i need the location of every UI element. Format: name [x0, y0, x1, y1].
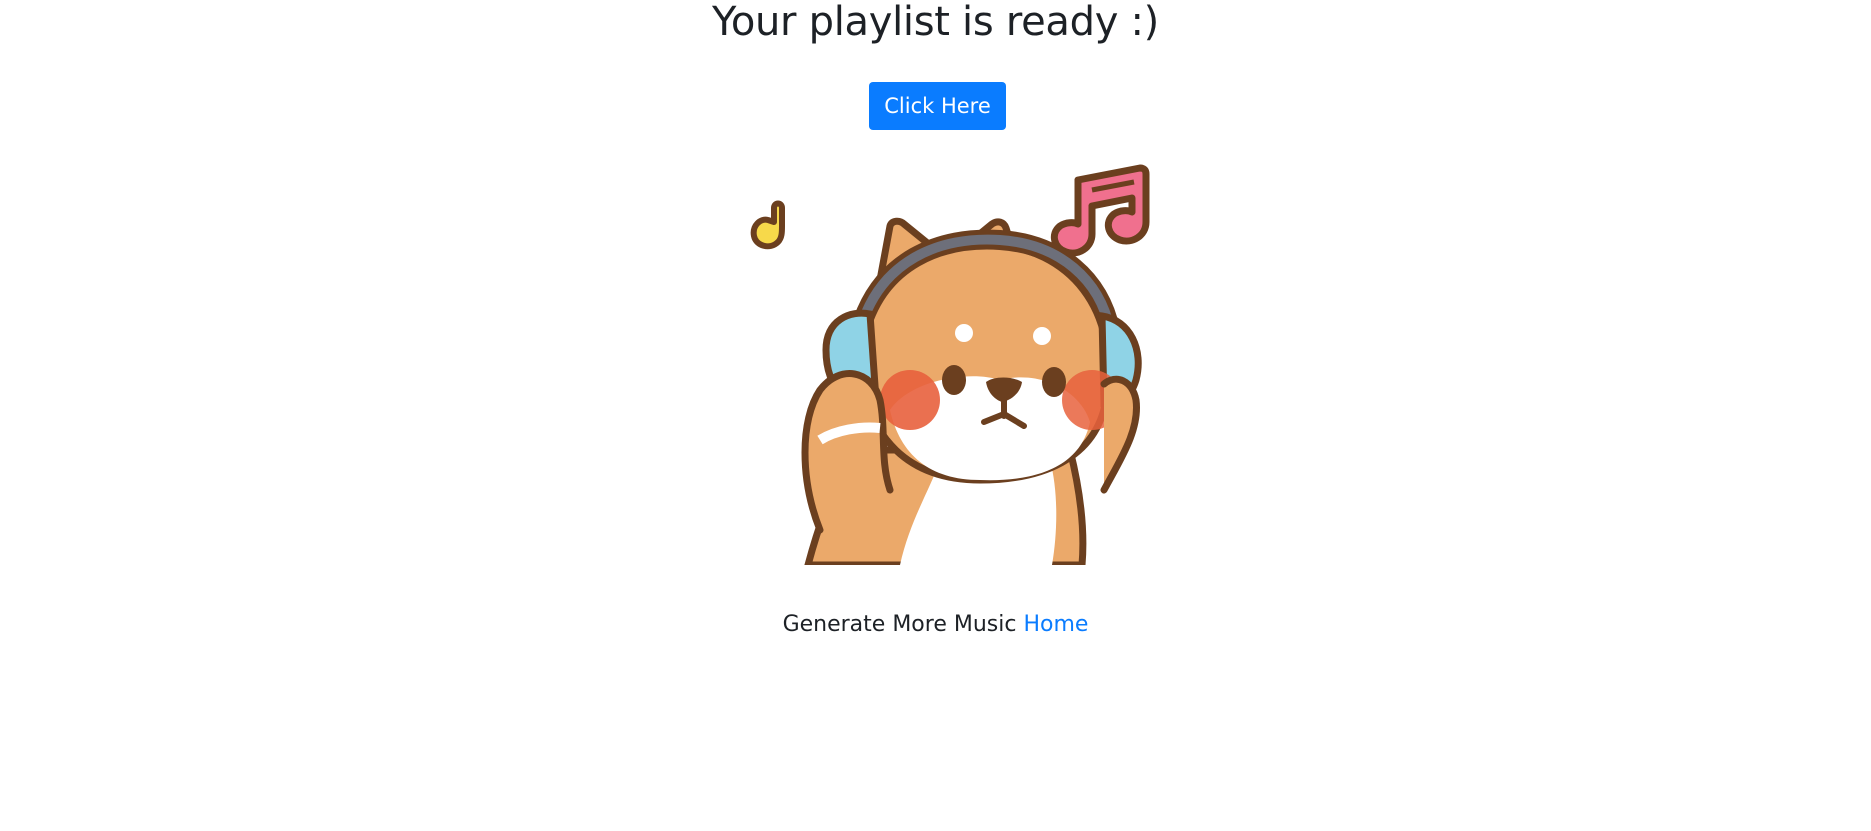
page: Your playlist is ready :) Click Here Gen…: [0, 0, 1871, 831]
footer-text: Generate More Music: [782, 612, 1017, 637]
page-title: Your playlist is ready :): [712, 0, 1159, 45]
click-here-button[interactable]: Click Here: [869, 82, 1006, 130]
home-link[interactable]: Home: [1023, 612, 1088, 637]
shiba-headphones-illustration: [750, 164, 1150, 565]
yellow-music-note-icon: [750, 200, 785, 250]
pink-music-notes-icon: [1050, 164, 1150, 257]
footer: Generate More Music Home: [0, 610, 1871, 640]
